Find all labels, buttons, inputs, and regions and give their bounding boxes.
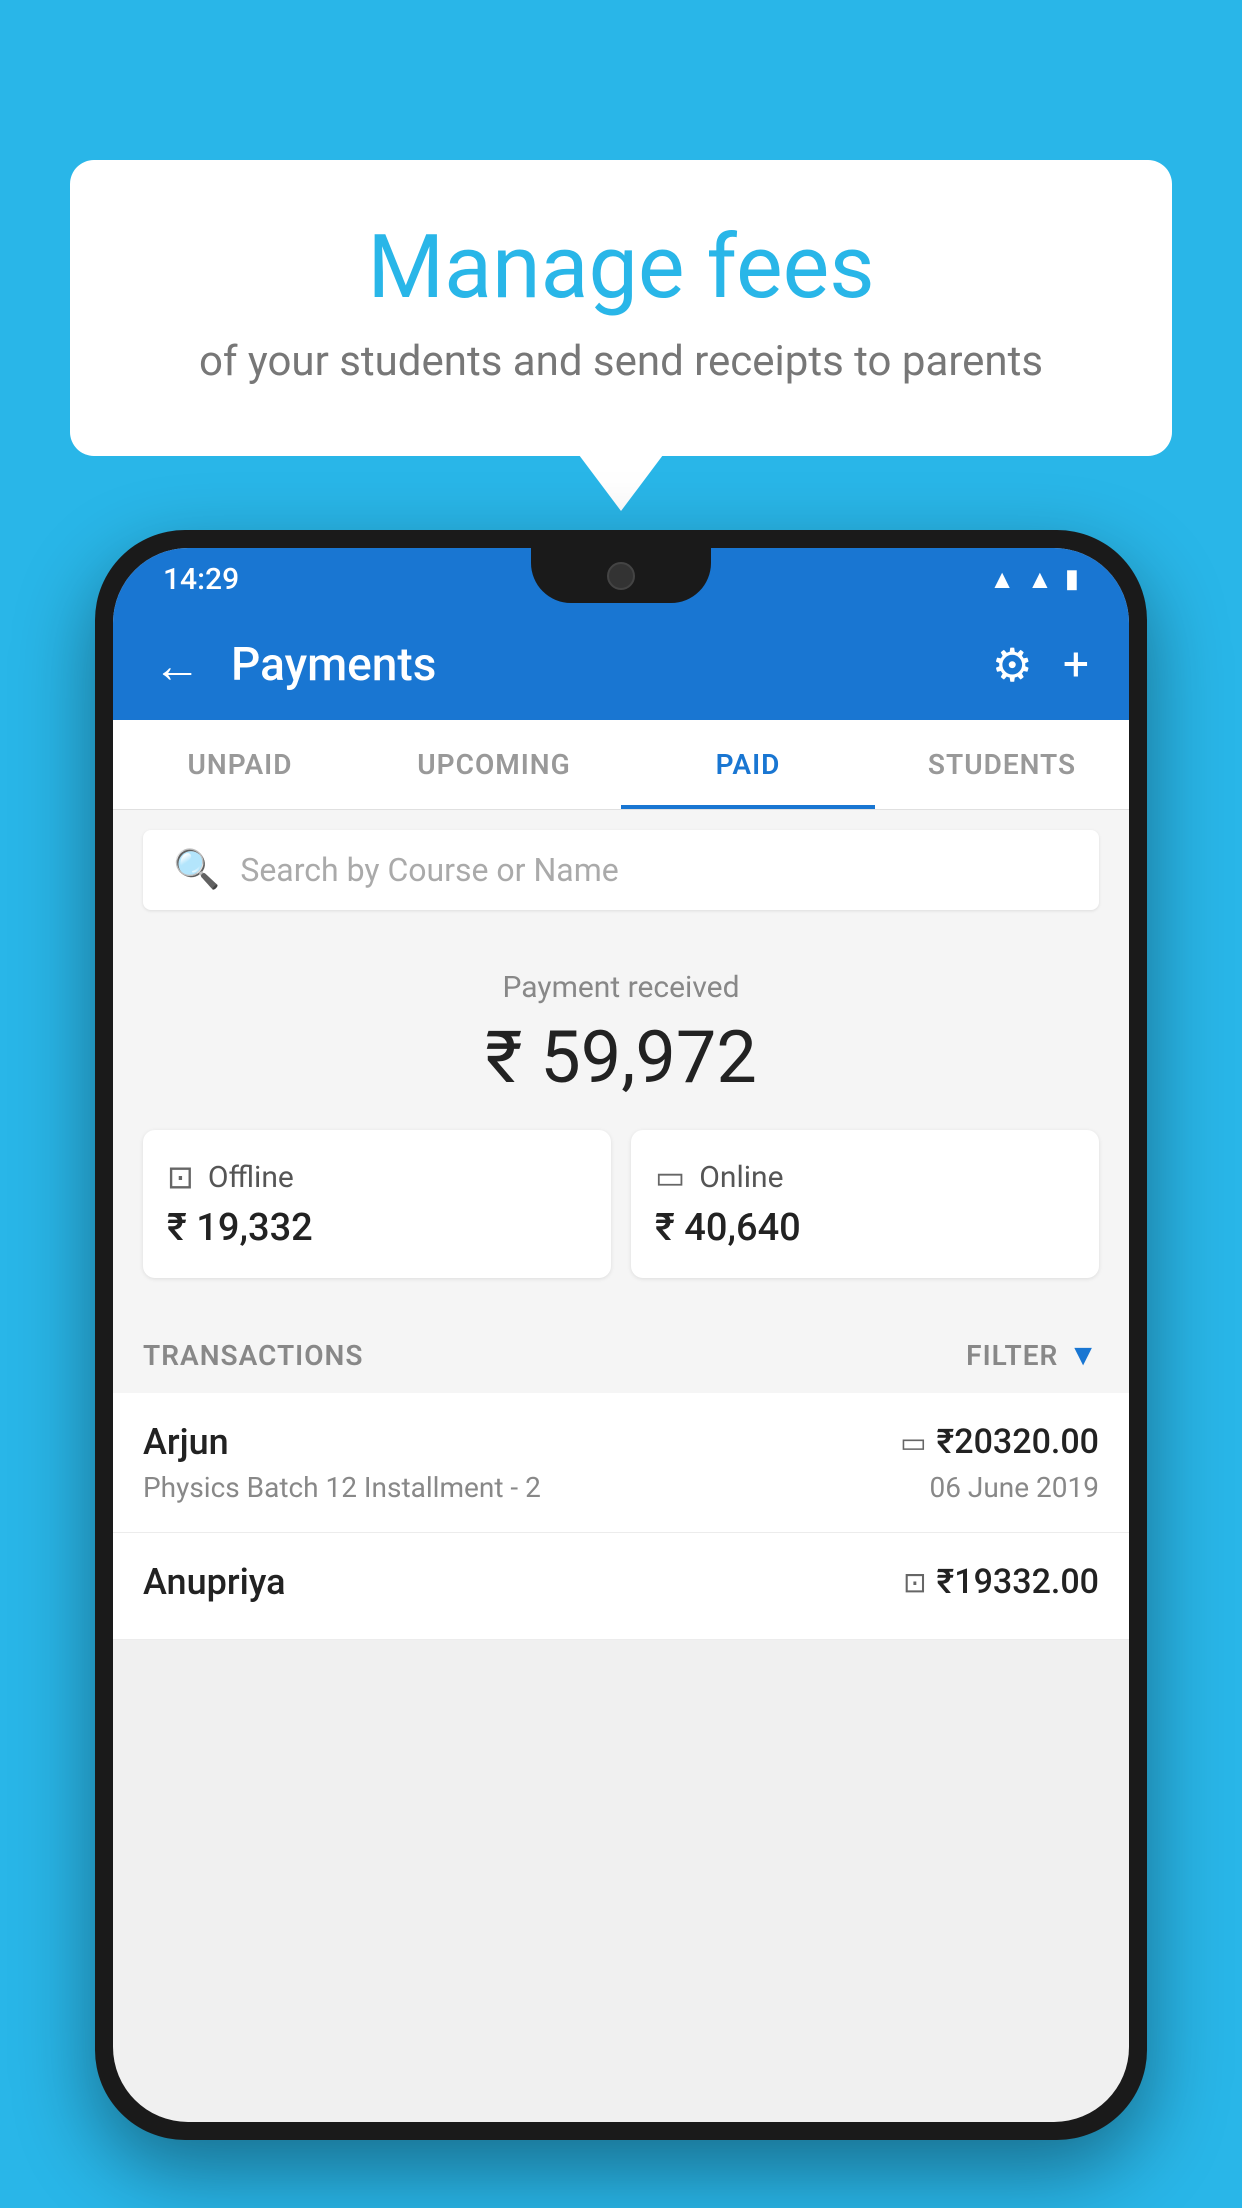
offline-label: Offline: [208, 1160, 294, 1195]
table-row[interactable]: Arjun ▭ ₹20320.00 Physics Batch 12 Insta…: [113, 1393, 1129, 1533]
filter-icon: ▼: [1068, 1338, 1099, 1373]
search-box[interactable]: 🔍 Search by Course or Name: [143, 830, 1099, 910]
filter-label: FILTER: [966, 1339, 1058, 1372]
bubble-title: Manage fees: [140, 220, 1102, 317]
search-icon: 🔍: [173, 848, 220, 892]
search-input[interactable]: Search by Course or Name: [240, 851, 618, 889]
transaction-amount-container: ⊡ ₹19332.00: [903, 1562, 1099, 1602]
tab-upcoming[interactable]: UPCOMING: [367, 720, 621, 809]
phone-camera: [607, 562, 635, 590]
online-amount: ₹ 40,640: [655, 1206, 1075, 1250]
phone-screen: 14:29 ▲ ▲ ▮ ← Payments ⚙ +: [113, 548, 1129, 2122]
transaction-amount: ₹20320.00: [937, 1422, 1099, 1462]
status-icons: ▲ ▲ ▮: [989, 564, 1079, 595]
offline-icon: ⊡: [167, 1158, 194, 1196]
phone-frame: 14:29 ▲ ▲ ▮ ← Payments ⚙ +: [95, 530, 1147, 2208]
payment-total: ₹ 59,972: [143, 1015, 1099, 1100]
transaction-amount: ₹19332.00: [937, 1562, 1099, 1602]
battery-icon: ▮: [1065, 564, 1079, 594]
transaction-name: Anupriya: [143, 1561, 286, 1603]
tab-paid[interactable]: PAID: [621, 720, 875, 809]
app-bar-actions: ⚙ +: [992, 638, 1089, 693]
page-title: Payments: [231, 638, 962, 692]
search-container: 🔍 Search by Course or Name: [113, 810, 1129, 930]
back-button[interactable]: ←: [153, 637, 201, 694]
online-label: Online: [699, 1160, 783, 1195]
cash-icon: ⊡: [903, 1566, 926, 1599]
transaction-amount-container: ▭ ₹20320.00: [900, 1422, 1099, 1462]
transactions-header: TRANSACTIONS FILTER ▼: [113, 1318, 1129, 1393]
online-card: ▭ Online ₹ 40,640: [631, 1130, 1099, 1278]
bubble-subtitle: of your students and send receipts to pa…: [140, 337, 1102, 386]
offline-card: ⊡ Offline ₹ 19,332: [143, 1130, 611, 1278]
online-icon: ▭: [655, 1158, 685, 1196]
transaction-course: Physics Batch 12 Installment - 2: [143, 1471, 541, 1504]
wifi-icon: ▲: [989, 564, 1015, 595]
offline-amount: ₹ 19,332: [167, 1206, 587, 1250]
payment-cards: ⊡ Offline ₹ 19,332 ▭ Online ₹ 40,640: [143, 1130, 1099, 1278]
tabs-bar: UNPAID UPCOMING PAID STUDENTS: [113, 720, 1129, 810]
phone-notch: [531, 548, 711, 603]
payment-received-label: Payment received: [143, 970, 1099, 1005]
filter-button[interactable]: FILTER ▼: [966, 1338, 1099, 1373]
transactions-label: TRANSACTIONS: [143, 1339, 363, 1372]
card-icon: ▭: [900, 1426, 926, 1459]
transaction-name: Arjun: [143, 1421, 229, 1463]
settings-icon[interactable]: ⚙: [992, 638, 1033, 693]
signal-icon: ▲: [1027, 564, 1053, 595]
speech-bubble: Manage fees of your students and send re…: [70, 160, 1172, 456]
status-time: 14:29: [163, 562, 239, 597]
add-icon[interactable]: +: [1063, 638, 1089, 692]
app-bar: ← Payments ⚙ +: [113, 610, 1129, 720]
tab-unpaid[interactable]: UNPAID: [113, 720, 367, 809]
payment-summary: Payment received ₹ 59,972 ⊡ Offline ₹ 19…: [113, 930, 1129, 1318]
transaction-date: 06 June 2019: [929, 1471, 1099, 1504]
tab-students[interactable]: STUDENTS: [875, 720, 1129, 809]
table-row[interactable]: Anupriya ⊡ ₹19332.00: [113, 1533, 1129, 1640]
